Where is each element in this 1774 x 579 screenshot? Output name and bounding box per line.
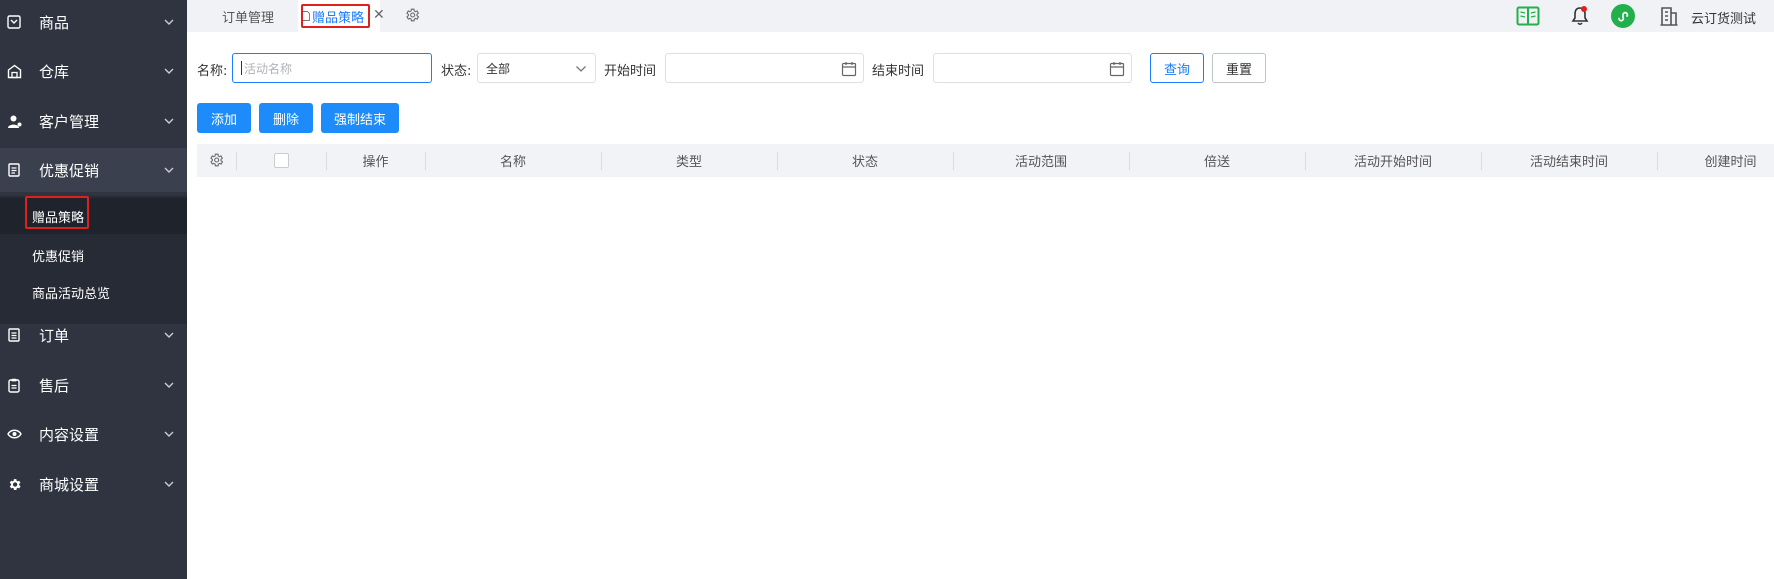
sidebar-item-label: 优惠促销 <box>39 161 100 180</box>
sidebar-item-orders[interactable]: 订单 <box>0 313 187 357</box>
calendar-icon[interactable] <box>841 61 857 77</box>
chevron-down-icon <box>164 118 174 124</box>
tab-label: 订单管理 <box>221 10 274 26</box>
clipboard-icon <box>6 377 22 393</box>
end-time-label: 结束时间 <box>872 64 925 79</box>
chevron-down-icon <box>164 431 174 437</box>
column-header-name[interactable]: 名称 <box>425 144 601 177</box>
sidebar-item-label: 客户管理 <box>39 112 100 131</box>
gear-icon[interactable] <box>400 3 424 27</box>
eye-icon <box>6 426 22 442</box>
start-time-label: 开始时间 <box>604 64 657 79</box>
column-settings-gear-icon[interactable] <box>204 148 228 172</box>
add-button[interactable]: 添加 <box>197 103 251 133</box>
sidebar-item-label: 商城设置 <box>39 475 100 494</box>
calendar-icon[interactable] <box>1109 61 1125 77</box>
warehouse-icon <box>6 63 22 79</box>
sidebar-subitem-label: 优惠促销 <box>32 249 85 265</box>
column-header-scope[interactable]: 活动范围 <box>953 144 1129 177</box>
file-icon <box>302 11 310 21</box>
building-icon[interactable] <box>1657 4 1681 28</box>
column-separator <box>1657 152 1658 170</box>
sidebar-item-after-sales[interactable]: 售后 <box>0 363 187 407</box>
notification-bell-icon[interactable] <box>1568 4 1592 28</box>
chevron-down-icon <box>164 68 174 74</box>
chevron-down-icon <box>164 19 174 25</box>
name-input-placeholder: 活动名称 <box>244 61 293 76</box>
name-label: 名称: <box>197 64 228 79</box>
chevron-down-icon <box>164 332 174 338</box>
end-time-input[interactable] <box>933 53 1132 83</box>
sidebar: 商品 仓库 客户管理 优惠促销 赠品策略 优惠促销 商品活动总览 订单 售后 内… <box>0 0 187 579</box>
document-icon <box>6 162 22 178</box>
sidebar-item-warehouse[interactable]: 仓库 <box>0 49 187 93</box>
list-icon <box>6 327 22 343</box>
gear-icon <box>6 476 22 492</box>
column-header-start-time[interactable]: 活动开始时间 <box>1305 144 1481 177</box>
column-header-end-time[interactable]: 活动结束时间 <box>1481 144 1657 177</box>
column-header-type[interactable]: 类型 <box>601 144 777 177</box>
store-name[interactable]: 云订货测试 <box>1691 8 1756 27</box>
tab-label: 赠品策略 <box>312 10 365 26</box>
name-input[interactable]: 活动名称 <box>232 53 432 83</box>
chevron-down-icon <box>164 167 174 173</box>
sidebar-item-label: 仓库 <box>39 62 70 81</box>
user-icon <box>6 113 22 129</box>
tab-gift-strategy[interactable]: 赠品策略 <box>298 0 380 32</box>
start-time-input[interactable] <box>665 53 864 83</box>
column-header-actions[interactable]: 操作 <box>326 144 425 177</box>
box-icon <box>6 14 22 30</box>
query-button[interactable]: 查询 <box>1150 53 1204 83</box>
tab-bar: 订单管理 赠品策略 ✕ 云订货测试 <box>187 0 1774 32</box>
sidebar-subitem-label: 商品活动总览 <box>32 286 111 302</box>
table-header: 操作 名称 类型 状态 活动范围 倍送 活动开始时间 活动结束时间 创建时间 <box>197 144 1774 177</box>
sidebar-subitem-promotions[interactable]: 优惠促销 <box>0 237 187 273</box>
sidebar-subitem-activity-overview[interactable]: 商品活动总览 <box>0 274 187 310</box>
chevron-down-icon <box>576 66 586 72</box>
book-icon[interactable] <box>1516 4 1540 28</box>
chevron-down-icon <box>164 481 174 487</box>
sidebar-item-customers[interactable]: 客户管理 <box>0 99 187 143</box>
sidebar-item-label: 订单 <box>39 326 70 345</box>
column-separator <box>236 152 237 170</box>
sidebar-item-label: 售后 <box>39 376 70 395</box>
sidebar-item-content-settings[interactable]: 内容设置 <box>0 412 187 456</box>
select-all-checkbox[interactable] <box>274 153 289 168</box>
mini-program-icon[interactable] <box>1611 4 1635 28</box>
sidebar-item-label: 内容设置 <box>39 425 100 444</box>
chevron-down-icon <box>164 382 174 388</box>
column-header-status[interactable]: 状态 <box>777 144 953 177</box>
delete-button[interactable]: 删除 <box>259 103 313 133</box>
reset-button[interactable]: 重置 <box>1212 53 1266 83</box>
status-select[interactable]: 全部 <box>477 53 596 83</box>
sidebar-item-mall-settings[interactable]: 商城设置 <box>0 462 187 506</box>
sidebar-item-products[interactable]: 商品 <box>0 0 187 44</box>
sidebar-item-promotions[interactable]: 优惠促销 <box>0 148 187 192</box>
sidebar-subitem-label: 赠品策略 <box>32 210 85 226</box>
sidebar-item-label: 商品 <box>39 13 70 32</box>
column-header-created-time[interactable]: 创建时间 <box>1687 144 1774 177</box>
close-icon[interactable]: ✕ <box>373 7 385 23</box>
status-select-value: 全部 <box>486 61 511 76</box>
force-end-button[interactable]: 强制结束 <box>321 103 399 133</box>
status-label: 状态: <box>441 64 472 79</box>
column-header-multiple[interactable]: 倍送 <box>1129 144 1305 177</box>
text-caret <box>241 61 242 75</box>
sidebar-subitem-gift-strategy[interactable]: 赠品策略 <box>0 198 187 234</box>
tab-order-management[interactable]: 订单管理 <box>215 0 281 32</box>
